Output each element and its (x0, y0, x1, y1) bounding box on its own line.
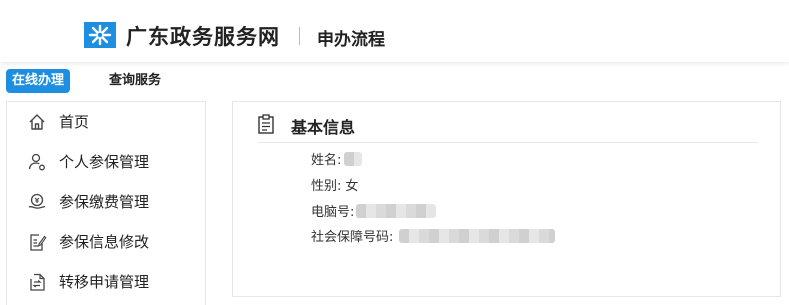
payment-icon (28, 193, 46, 209)
redacted-value (344, 151, 363, 166)
sidebar-item-label: 个人参保管理 (59, 153, 150, 171)
sidebar-item-label: 转移申请管理 (59, 273, 150, 291)
field-label: 社会保障号码: (311, 230, 394, 245)
clipboard-icon (258, 114, 274, 134)
field-value: 女 (345, 179, 359, 194)
sidebar-item-personal-insurance[interactable]: 个人参保管理 (7, 142, 205, 182)
sidebar-item-label: 参保缴费管理 (59, 193, 150, 211)
site-brand[interactable]: 广东政务服务网 (126, 21, 280, 51)
transfer-document-icon (30, 273, 45, 291)
sidebar-item-home[interactable]: 首页 (7, 102, 205, 142)
gd-gov-logo-icon[interactable] (84, 22, 116, 48)
person-gear-icon (28, 153, 45, 171)
redacted-value (399, 228, 556, 243)
field-social-security-number: 社会保障号码: (311, 226, 556, 245)
field-gender: 性别: 女 (311, 175, 358, 194)
sidebar-item-label: 首页 (59, 113, 90, 131)
service-tabs: 在线办理 查询服务 (0, 68, 789, 96)
tab-query-service[interactable]: 查询服务 (109, 69, 161, 93)
field-computer-number: 电脑号: (311, 201, 437, 220)
field-label: 电脑号: (311, 205, 355, 220)
sidebar-item-label: 参保信息修改 (59, 233, 150, 251)
field-label: 姓名: (311, 153, 342, 168)
field-name: 姓名: (311, 149, 363, 168)
redacted-value (356, 203, 437, 218)
home-icon (29, 114, 45, 130)
page-title: 申办流程 (317, 30, 385, 50)
edit-document-icon (30, 234, 47, 251)
field-label: 性别: (311, 179, 342, 194)
sidebar-item-transfer[interactable]: 转移申请管理 (7, 262, 205, 302)
sidebar-item-info-edit[interactable]: 参保信息修改 (7, 222, 205, 262)
sidebar-nav: 首页 个人参保管理 参保缴费管理 参保信息修改 转移申请管理 (6, 101, 206, 305)
basic-info-panel: 基本信息 姓名: 性别: 女 电脑号: 社会保障号码: (232, 101, 781, 297)
tab-online-service[interactable]: 在线办理 (6, 69, 71, 93)
panel-title: 基本信息 (291, 118, 356, 137)
top-header: 广东政务服务网 申办流程 (0, 0, 789, 62)
header-divider (299, 27, 300, 45)
sidebar-item-payment[interactable]: 参保缴费管理 (7, 182, 205, 222)
panel-divider (258, 142, 758, 143)
